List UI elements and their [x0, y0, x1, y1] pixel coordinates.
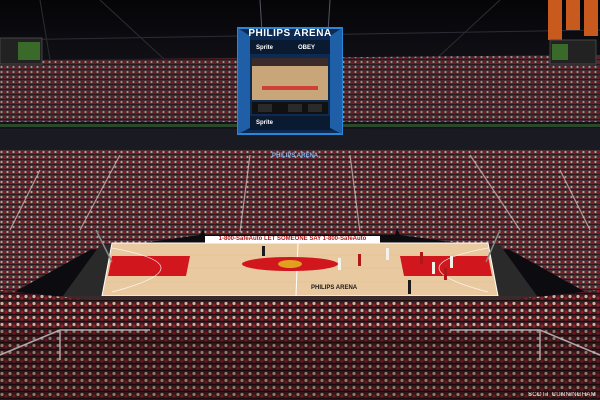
baseline-ad-strip: 1-800-SafeAuto LET SOMEONE SAY 1-800-Saf…: [205, 236, 380, 243]
sponsor-obey: OBEY: [298, 45, 316, 51]
arena-scene: [0, 0, 600, 400]
court-floor-logo: PHILIPS ARENA: [311, 285, 358, 291]
scoreboard-title: PHILIPS ARENA: [248, 28, 332, 39]
photo-credit: SCOTT CUNNINGHAM: [527, 392, 596, 398]
ribbon-text: PHILIPS ARENA: [272, 153, 319, 159]
left-key: [108, 256, 190, 276]
arena-photo: PHILIPS ARENA Sprite OBEY Sprite PHILIPS…: [0, 0, 600, 400]
sponsor-sprite-bottom: Sprite: [256, 120, 274, 126]
jumbotron: [237, 27, 343, 135]
sponsor-sprite-top: Sprite: [256, 45, 274, 51]
